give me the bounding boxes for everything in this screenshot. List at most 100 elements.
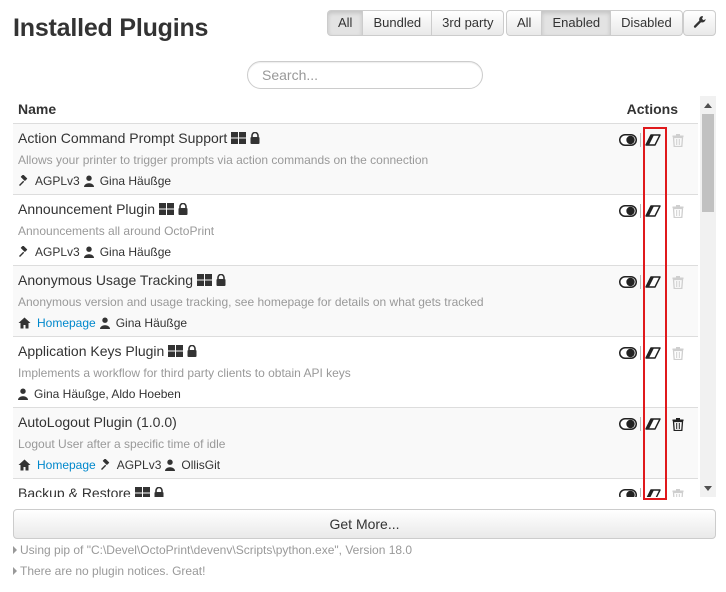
- action-separator: [640, 488, 641, 497]
- plugin-row: Action Command Prompt Support Allows your…: [13, 124, 698, 195]
- eraser-icon[interactable]: [645, 274, 661, 290]
- user-icon: [18, 388, 31, 400]
- plugin-name-text: AutoLogout Plugin (1.0.0): [18, 414, 177, 430]
- author-text: OllisGit: [181, 458, 221, 472]
- pip-info[interactable]: Using pip of "C:\Devel\OctoPrint\devenv\…: [13, 543, 412, 557]
- plugin-name-text: Application Keys Plugin: [18, 343, 165, 359]
- windows-icon: [168, 345, 184, 357]
- author-text: Gina Häußge: [115, 316, 188, 330]
- plugin-meta: Gina Häußge, Aldo Hoeben: [18, 387, 185, 401]
- plugin-name-text: Announcement Plugin: [18, 201, 155, 217]
- eraser-icon[interactable]: [645, 487, 661, 497]
- toggle-switch-icon[interactable]: [619, 345, 637, 361]
- pip-info-text: Using pip of "C:\Devel\OctoPrint\devenv\…: [20, 543, 413, 557]
- scrollbar-thumb[interactable]: [702, 114, 714, 212]
- trash-icon: [671, 203, 685, 219]
- scroll-down-arrow[interactable]: [700, 481, 716, 495]
- plugin-row: Anonymous Usage Tracking Anonymous versio…: [13, 266, 698, 337]
- plugin-actions: [619, 487, 685, 497]
- plugin-meta: AGPLv3 Gina Häußge: [18, 245, 175, 259]
- plugin-description: Implements a workflow for third party cl…: [18, 366, 351, 380]
- home-icon: [18, 459, 34, 471]
- plugin-name: Backup & Restore: [18, 485, 164, 497]
- plugin-description: Anonymous version and usage tracking, se…: [18, 295, 484, 309]
- plugin-actions: [619, 203, 685, 219]
- plugin-meta: Homepage Gina Häußge: [18, 316, 191, 330]
- action-separator: [640, 204, 641, 218]
- license-text: AGPLv3: [35, 245, 80, 259]
- trash-icon: [671, 132, 685, 148]
- filter-source-all[interactable]: All: [327, 10, 364, 36]
- gavel-icon: [100, 459, 115, 471]
- filter-status-enabled[interactable]: Enabled: [542, 10, 612, 36]
- trash-icon: [671, 274, 685, 290]
- license-text: AGPLv3: [35, 174, 80, 188]
- plugin-name: Anonymous Usage Tracking: [18, 272, 226, 288]
- eraser-icon[interactable]: [645, 203, 661, 219]
- column-header-actions: Actions: [626, 101, 678, 117]
- plugin-name: Application Keys Plugin: [18, 343, 197, 359]
- author-text: Gina Häußge: [99, 174, 172, 188]
- trash-icon: [671, 487, 685, 497]
- filter-status-disabled[interactable]: Disabled: [611, 10, 683, 36]
- plugin-row: AutoLogout Plugin (1.0.0) Logout User aft…: [13, 408, 698, 479]
- lock-icon: [250, 132, 260, 144]
- user-icon: [83, 246, 97, 258]
- plugin-actions: [619, 416, 685, 432]
- plugin-description: Logout User after a specific time of idl…: [18, 437, 226, 451]
- lock-icon: [178, 203, 188, 215]
- filter-source-3rd-party[interactable]: 3rd party: [432, 10, 505, 36]
- gavel-icon: [18, 175, 33, 187]
- license-meta: AGPLv3: [100, 458, 161, 472]
- scroll-up-arrow[interactable]: [700, 98, 716, 112]
- toggle-switch-icon[interactable]: [619, 274, 637, 290]
- plugin-row: Backup & Restore: [13, 479, 698, 497]
- eraser-icon[interactable]: [645, 345, 661, 361]
- caret-right-icon: [13, 567, 17, 575]
- plugin-row: Application Keys Plugin Implements a work…: [13, 337, 698, 408]
- user-icon: [99, 317, 113, 329]
- plugin-name-text: Anonymous Usage Tracking: [18, 272, 194, 288]
- plugin-list: Action Command Prompt Support Allows your…: [13, 124, 698, 497]
- plugin-notices-text: There are no plugin notices. Great!: [20, 564, 206, 578]
- toggle-switch-icon[interactable]: [619, 487, 637, 497]
- trash-icon[interactable]: [671, 416, 685, 432]
- author-meta: Gina Häußge: [99, 316, 188, 330]
- plugin-notices[interactable]: There are no plugin notices. Great!: [13, 564, 205, 578]
- get-more-button[interactable]: Get More...: [13, 509, 716, 539]
- lock-icon: [187, 345, 197, 357]
- search-input[interactable]: [247, 61, 483, 89]
- plugin-name: AutoLogout Plugin (1.0.0): [18, 414, 177, 430]
- plugin-meta: AGPLv3 Gina Häußge: [18, 174, 175, 188]
- user-icon: [165, 459, 178, 471]
- plugin-name-text: Backup & Restore: [18, 485, 131, 497]
- wrench-icon: [693, 15, 707, 32]
- homepage-link[interactable]: Homepage: [37, 458, 96, 472]
- action-separator: [640, 275, 641, 289]
- plugin-name: Announcement Plugin: [18, 201, 188, 217]
- plugin-name: Action Command Prompt Support: [18, 130, 260, 146]
- license-meta: AGPLv3: [18, 245, 80, 259]
- plugin-name-text: Action Command Prompt Support: [18, 130, 228, 146]
- eraser-icon[interactable]: [645, 132, 661, 148]
- author-text: Gina Häußge, Aldo Hoeben: [34, 387, 181, 401]
- action-separator: [640, 133, 641, 147]
- toggle-switch-icon[interactable]: [619, 203, 637, 219]
- toggle-switch-icon[interactable]: [619, 132, 637, 148]
- action-separator: [640, 417, 641, 431]
- homepage-meta: Homepage: [18, 458, 96, 472]
- filter-source-bundled[interactable]: Bundled: [363, 10, 433, 36]
- user-icon: [83, 175, 97, 187]
- toggle-switch-icon[interactable]: [619, 416, 637, 432]
- windows-icon: [231, 132, 247, 144]
- eraser-icon[interactable]: [645, 416, 661, 432]
- filter-status-all[interactable]: All: [506, 10, 543, 36]
- homepage-link[interactable]: Homepage: [37, 316, 96, 330]
- caret-right-icon: [13, 546, 17, 554]
- author-meta: OllisGit: [165, 458, 220, 472]
- windows-icon: [197, 274, 213, 286]
- status-filter-group: All Enabled Disabled: [506, 10, 683, 36]
- list-scrollbar[interactable]: [700, 96, 716, 497]
- page-title: Installed Plugins: [13, 14, 209, 42]
- settings-button[interactable]: [683, 10, 716, 36]
